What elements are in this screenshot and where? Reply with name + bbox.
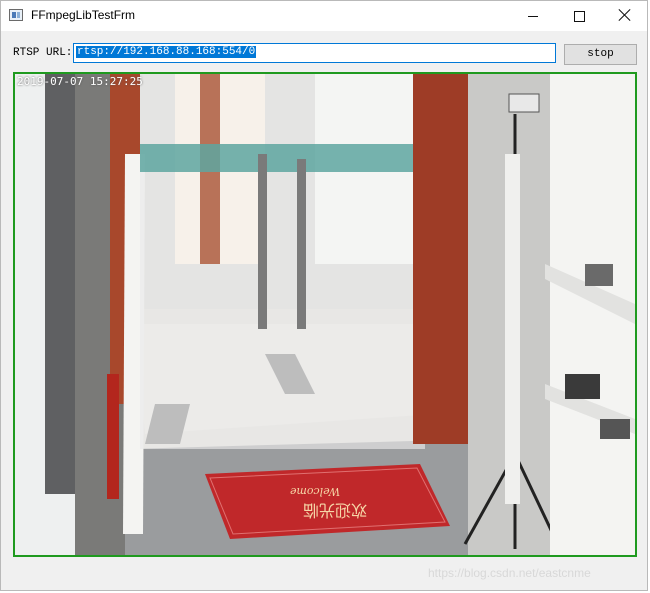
app-window: FFmpegLibTestFrm RTSP URL: rtsp://192.16…	[0, 0, 648, 591]
minimize-icon	[528, 16, 538, 17]
camera-scene: Welcome 欢迎光临	[15, 74, 635, 555]
mat-text: 欢迎光临	[303, 501, 367, 520]
window-title: FFmpegLibTestFrm	[31, 8, 136, 22]
mat-script: Welcome	[289, 485, 340, 498]
app-window-icon	[9, 9, 23, 21]
maximize-icon	[574, 11, 585, 22]
stop-button[interactable]: stop	[564, 44, 637, 65]
rtsp-url-input[interactable]: rtsp://192.168.88.168:554/0	[73, 43, 556, 63]
video-timestamp: 2019-07-07 15:27:25	[17, 75, 143, 88]
title-bar[interactable]: FFmpegLibTestFrm	[1, 1, 647, 31]
video-frame: Welcome 欢迎光临 2019-07-07 15:27:25	[13, 72, 637, 557]
close-button[interactable]	[602, 1, 648, 31]
minimize-button[interactable]	[510, 1, 556, 31]
rtsp-url-label: RTSP URL:	[13, 47, 73, 59]
rtsp-url-value: rtsp://192.168.88.168:554/0	[76, 46, 257, 58]
close-icon	[618, 8, 632, 22]
maximize-button[interactable]	[556, 1, 602, 31]
watermark: https://blog.csdn.net/eastcnme	[428, 566, 591, 580]
